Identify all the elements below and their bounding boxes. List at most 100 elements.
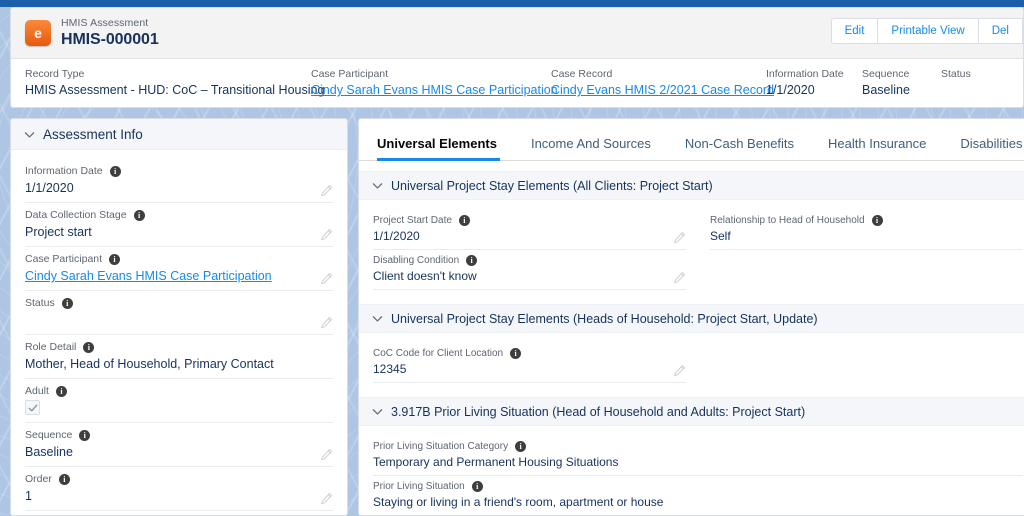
case-participant-link[interactable]: Cindy Sarah Evans HMIS Case Participatio… [311,82,558,99]
adult-checkbox[interactable] [25,400,40,415]
field-label: Prior Living Situation i [373,480,1023,493]
field-coc-code-for-client-location: CoC Code for Client Location i 12345 [373,343,686,383]
edit-pencil-icon[interactable] [320,228,333,241]
field-label: Prior Living Situation Category i [373,440,1023,453]
universal-elements-panel: Universal Elements Income And Sources Non-… [358,118,1024,516]
assessment-info-panel: Assessment Info Information Date i 1/1/202… [10,118,348,516]
object-type-label: HMIS Assessment [61,17,149,29]
field-prior-living-situation: Prior Living Situation i Staying or living… [373,476,1023,515]
field-label-text: Relationship to Head of Household [710,215,865,226]
field-value: Mother, Head of Household, Primary Conta… [25,357,274,371]
edit-pencil-icon[interactable] [320,492,333,505]
field-prior-living-situation-category: Prior Living Situation Category i Temporar… [373,436,1023,476]
printable-view-button[interactable]: Printable View [877,18,978,44]
section-body-2: Prior Living Situation Category i Temporar… [359,426,1024,515]
section-0-left-column: Project Start Date i 1/1/2020 Disabling Con… [373,210,686,290]
field-label: Role Detail i [25,340,333,354]
info-icon[interactable]: i [79,429,91,441]
field-label: Relationship to Head of Household i [710,214,1023,227]
section-1-left-column: CoC Code for Client Location i 12345 [373,343,686,383]
field-value: 1/1/2020 [373,229,420,243]
tab-bar: Universal Elements Income And Sources Non-… [359,119,1024,161]
field-role-detail: Role Detail i Mother, Head of Household, P… [25,335,333,379]
chevron-down-icon [372,183,383,189]
chevron-down-icon [372,316,383,322]
section-1: Universal Project Stay Elements (Heads o… [359,304,1024,387]
highlight-field-case-participant: Case Participant Cindy Sarah Evans HMIS … [311,67,558,99]
field-label-text: Adult [25,385,49,397]
field-adult: Adult i [25,379,333,423]
field-data-collection-stage: Data Collection Stage i Project start [25,203,333,247]
info-icon[interactable]: i [55,385,67,397]
info-icon[interactable]: i [466,255,478,266]
top-accent-strip [0,0,1024,7]
field-label-text: Sequence [25,429,73,441]
highlight-label: Case Record [551,68,613,80]
section-header-0[interactable]: Universal Project Stay Elements (All Cli… [359,171,1024,200]
section-header-2[interactable]: 3.917B Prior Living Situation (Head of H… [359,397,1024,426]
edit-pencil-icon[interactable] [320,272,333,285]
highlight-field-case-record: Case Record Cindy Evans HMIS 2/2021 Case… [551,67,774,99]
edit-pencil-icon[interactable] [320,184,333,197]
section-body-0: Project Start Date i 1/1/2020 Disabling Con… [359,200,1024,294]
info-icon[interactable]: i [515,441,527,452]
info-icon[interactable]: i [58,473,70,485]
info-icon[interactable]: i [133,209,145,221]
case-record-link[interactable]: Cindy Evans HMIS 2/2021 Case Record [551,82,774,99]
edit-pencil-icon[interactable] [673,271,686,284]
field-label: Project Start Date i [373,214,686,227]
edit-pencil-icon[interactable] [673,231,686,244]
tab-non-cash-benefits[interactable]: Non-Cash Benefits [668,136,811,161]
section-header-1[interactable]: Universal Project Stay Elements (Heads o… [359,304,1024,333]
field-label-text: Disabling Condition [373,255,460,266]
highlight-value: HMIS Assessment - HUD: CoC – Transitiona… [25,83,325,97]
section-0: Universal Project Stay Elements (All Cli… [359,171,1024,294]
field-value: Project start [25,225,92,239]
field-information-date: Information Date i 1/1/2020 [25,159,333,203]
highlight-label: Sequence [862,68,910,80]
info-icon[interactable]: i [458,215,470,226]
field-label-text: Case Participant [25,253,103,265]
delete-button[interactable]: Del [977,18,1023,44]
field-value: Staying or living in a friend's room, ap… [373,495,664,509]
highlight-field-sequence: Sequence Baseline [862,67,941,99]
field-label-text: Order [25,473,52,485]
field-label: Information Date i [25,164,333,178]
info-icon[interactable]: i [61,297,73,309]
highlight-value: Baseline [862,83,910,97]
field-label: Status i [25,296,333,310]
field-label-text: Data Collection Stage [25,209,127,221]
section-title: Universal Project Stay Elements (Heads o… [391,311,818,326]
info-icon[interactable]: i [83,341,95,353]
edit-button[interactable]: Edit [830,18,878,44]
field-label-text: Project Start Date [373,215,452,226]
edit-pencil-icon[interactable] [673,364,686,377]
tab-disabilities-dv[interactable]: Disabilities & DV [943,136,1024,161]
highlight-value: 1/1/2020 [766,83,815,97]
app-logo-letter: e [34,25,42,41]
assessment-info-section-title: Assessment Info [43,126,143,142]
assessment-info-section-header[interactable]: Assessment Info [11,119,347,150]
info-icon[interactable]: i [109,253,121,265]
highlight-label: Case Participant [311,68,389,80]
edit-pencil-icon[interactable] [320,448,333,461]
tab-universal-elements[interactable]: Universal Elements [373,136,514,161]
tab-income-and-sources[interactable]: Income And Sources [514,136,668,161]
tab-health-insurance[interactable]: Health Insurance [811,136,943,161]
chevron-down-icon [372,409,383,415]
app-logo-icon: e [25,20,51,46]
info-icon[interactable]: i [471,481,483,492]
field-next: NextiHMIS-000002 [25,511,333,515]
info-icon[interactable]: i [871,215,883,226]
info-icon[interactable]: i [510,348,522,359]
highlight-field-information-date: Information Date 1/1/2020 [766,67,862,99]
field-label: Case Participant i [25,252,333,266]
case-participant-link[interactable]: Cindy Sarah Evans HMIS Case Participatio… [25,266,333,286]
info-icon[interactable]: i [109,165,121,177]
assessment-info-field-list: Information Date i 1/1/2020 Data Collection… [11,150,347,515]
field-label-text: Role Detail [25,341,77,353]
edit-pencil-icon[interactable] [320,316,333,329]
field-project-start-date: Project Start Date i 1/1/2020 [373,210,686,250]
page-title: HMIS-000001 [61,31,159,48]
section-2-left-column: Prior Living Situation Category i Temporar… [373,436,1023,515]
